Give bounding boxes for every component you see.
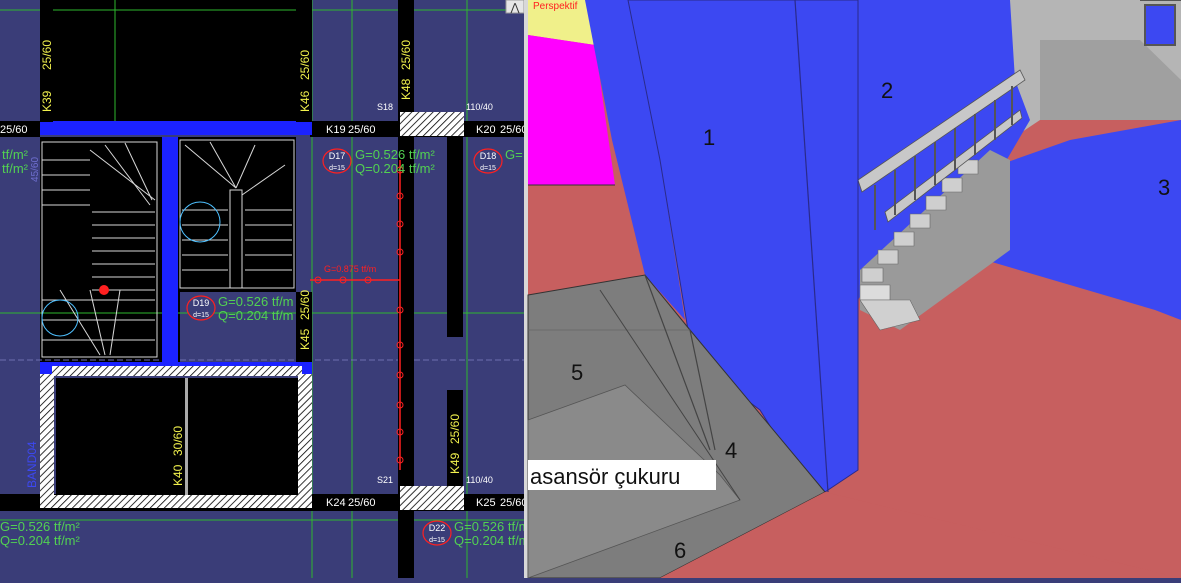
viewport-label: Perspektif	[533, 1, 578, 12]
slab-d19[interactable]: D19 d=15 G=0.526 tf/m Q=0.204 tf/m	[186, 294, 294, 323]
slab-d17-q: Q=0.204 tf/m²	[355, 161, 436, 176]
left-slab-q: tf/m²	[2, 161, 29, 176]
slab-d19-g: G=0.526 tf/m	[218, 294, 294, 309]
slab-d22-g: G=0.526 tf/m²	[454, 519, 535, 534]
hatched-column-bottom	[400, 486, 464, 510]
beam-left-size: 25/60	[0, 124, 28, 136]
pit-label: asansör çukuru	[530, 464, 680, 489]
slab-d17-g: G=0.526 tf/m²	[355, 147, 436, 162]
line-load-label: G=0.875 tf/m	[324, 264, 376, 274]
column-tag-s21: S21	[377, 475, 393, 485]
stair-landing-beam	[40, 121, 312, 135]
hatched-wall-right	[298, 374, 312, 508]
beam-k24-size: 25/60	[348, 497, 376, 509]
column-k48-size: 25/60	[399, 40, 413, 70]
column-k40-label: K40	[171, 464, 185, 486]
part-label-4: 4	[725, 438, 737, 463]
stair-area-right	[176, 137, 296, 292]
column-k45-label: K45	[298, 328, 312, 350]
beam-k20-label: K20	[476, 124, 496, 136]
slab-d18-id: D18	[480, 151, 497, 161]
band-label: BAND04	[25, 441, 39, 488]
column-k46-size: 25/60	[298, 50, 312, 80]
slab-d17-id: D17	[329, 151, 346, 161]
slab-d17-thickness: d=15	[329, 165, 345, 172]
beam-k25-label: K25	[476, 497, 496, 509]
viewport-splitter[interactable]	[524, 0, 528, 578]
slab-d19-thickness: d=15	[193, 312, 209, 319]
beam-size-small-bottom: 110/40	[466, 475, 493, 485]
shaft-divider	[185, 378, 188, 496]
slab-d22-thickness: d=15	[429, 537, 445, 544]
bottom-left-g: G=0.526 tf/m²	[0, 519, 81, 534]
column-k49-label: K49	[448, 452, 462, 474]
part-label-3: 3	[1158, 175, 1170, 200]
column-k45-size: 25/60	[298, 290, 312, 320]
slab-d22-q: Q=0.204 tf/m²	[454, 533, 535, 548]
column-k39-size: 25/60	[40, 40, 54, 70]
column-k46-label: K46	[298, 90, 312, 112]
slab-d22-id: D22	[429, 523, 446, 533]
perspective-view[interactable]: Perspektif 1 2 3 4 5 6 asansör çukuru	[527, 0, 1181, 579]
column-k49-size: 25/60	[448, 414, 462, 444]
part-label-1: 1	[703, 125, 715, 150]
column-k48-label: K48	[399, 78, 413, 100]
part-label-2: 2	[881, 78, 893, 103]
plan-view[interactable]: K39 25/60 K46 25/60 K48 25/60 K45 25/60 …	[0, 0, 535, 578]
slab-d18-thickness: d=15	[480, 165, 496, 172]
column-tag-s18: S18	[377, 102, 393, 112]
beam-k19-size: 25/60	[348, 124, 376, 136]
hatched-column-top	[400, 112, 464, 136]
stair-wall-blue	[162, 137, 178, 362]
part-label-5: 5	[571, 360, 583, 385]
slab-d19-q: Q=0.204 tf/m	[218, 308, 294, 323]
column-k39-label: K39	[40, 90, 54, 112]
left-slab-g: tf/m²	[2, 147, 29, 162]
scroll-up-arrow: ⋀	[509, 2, 520, 14]
stair-area-left	[40, 137, 180, 362]
bottom-left-q: Q=0.204 tf/m²	[0, 533, 81, 548]
hatched-wall-bottom	[40, 495, 312, 508]
column-right-band	[447, 137, 463, 337]
upper-railing	[1140, 0, 1181, 46]
part-label-6: 6	[674, 538, 686, 563]
beam-size-small-top: 110/40	[466, 102, 493, 112]
hatched-wall-left	[40, 374, 54, 508]
slab-d18-g: G=	[505, 147, 523, 162]
hatched-wall-top	[52, 366, 302, 376]
stair-marker	[99, 285, 109, 295]
beam-k24-label: K24	[326, 497, 346, 509]
beam-k19-label: K19	[326, 124, 346, 136]
cad-workspace: K39 25/60 K46 25/60 K48 25/60 K45 25/60 …	[0, 0, 1181, 579]
side-size-label: 45/60	[30, 157, 41, 182]
void-top	[52, 0, 310, 122]
beam-k20-size: 25/60	[500, 124, 528, 136]
slab-d19-id: D19	[193, 298, 210, 308]
column-k40-size: 30/60	[171, 426, 185, 456]
screen: K39 25/60 K46 25/60 K48 25/60 K45 25/60 …	[0, 0, 1181, 579]
beam-k25-size: 25/60	[500, 497, 528, 509]
